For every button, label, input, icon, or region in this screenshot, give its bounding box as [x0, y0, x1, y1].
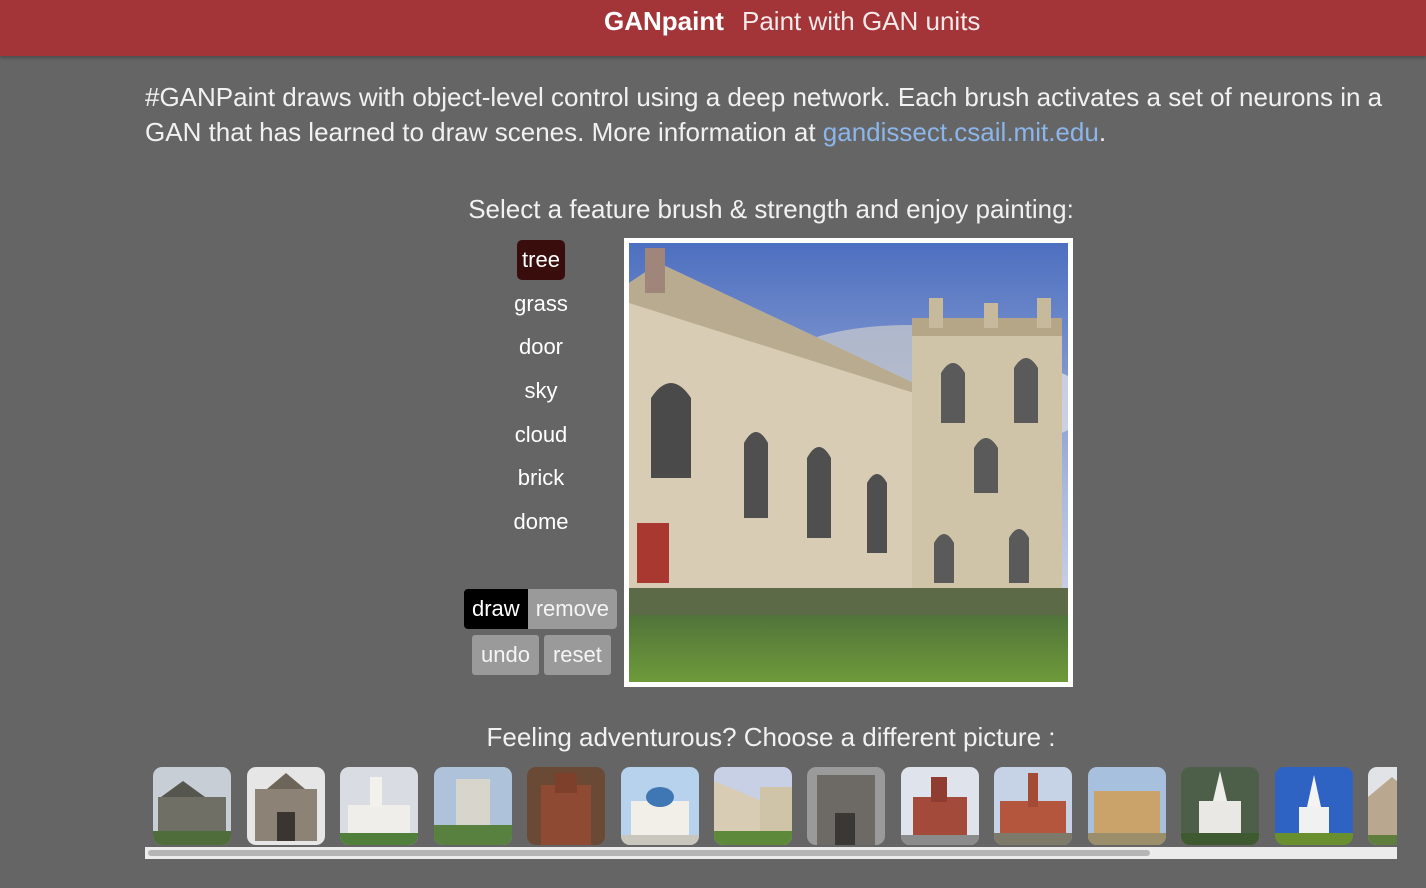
remove-mode-button[interactable]: remove: [527, 589, 618, 629]
gallery-thumbnail[interactable]: [153, 767, 231, 845]
brush-dome[interactable]: dome: [497, 502, 585, 542]
intro-paragraph: #GANPaint draws with object-level contro…: [145, 80, 1385, 150]
picture-gallery: [145, 767, 1397, 846]
canvas-actions: undo reset: [472, 635, 611, 675]
paint-canvas[interactable]: [629, 243, 1068, 682]
gallery-title: Feeling adventurous? Choose a different …: [486, 722, 1056, 752]
brush-section-title: Select a feature brush & strength and en…: [468, 194, 1074, 224]
mode-toggle: draw remove: [464, 589, 618, 629]
gallery-scrollbar[interactable]: [145, 847, 1397, 859]
top-header-bar: GANpaint Paint with GAN units: [0, 0, 1426, 56]
brush-cloud[interactable]: cloud: [497, 415, 585, 455]
gallery-thumbnail[interactable]: [901, 767, 979, 845]
gallery-thumbnail[interactable]: [807, 767, 885, 845]
gallery-thumbnail[interactable]: [714, 767, 792, 845]
brush-door[interactable]: door: [497, 327, 585, 367]
gallery-thumbnail[interactable]: [621, 767, 699, 845]
gallery-thumbnail[interactable]: [340, 767, 418, 845]
gallery-thumbnail[interactable]: [1088, 767, 1166, 845]
intro-suffix: .: [1098, 117, 1107, 147]
intro-text: #GANPaint draws with object-level contro…: [145, 82, 1383, 147]
gallery-scrollbar-thumb[interactable]: [148, 850, 1150, 856]
gandissect-link[interactable]: gandissect.csail.mit.edu: [823, 117, 1099, 147]
gallery-thumbnail[interactable]: [1181, 767, 1259, 845]
gallery-thumbnail[interactable]: [434, 767, 512, 845]
brush-grass[interactable]: grass: [497, 284, 585, 324]
undo-button[interactable]: undo: [472, 635, 539, 675]
gallery-thumbnail[interactable]: [1275, 767, 1353, 845]
gallery-thumbnail[interactable]: [247, 767, 325, 845]
brush-brick[interactable]: brick: [497, 458, 585, 498]
paint-canvas-frame: [624, 238, 1073, 687]
gallery-thumbnail[interactable]: [994, 767, 1072, 845]
app-brand: GANpaint: [604, 6, 724, 36]
brush-list: tree grass door sky cloud brick dome: [497, 240, 585, 546]
gallery-thumbnail[interactable]: [527, 767, 605, 845]
reset-button[interactable]: reset: [543, 635, 611, 675]
gallery-thumbnail[interactable]: [1368, 767, 1397, 845]
brush-sky[interactable]: sky: [497, 371, 585, 411]
app-tagline: Paint with GAN units: [742, 6, 981, 36]
brush-tree[interactable]: tree: [517, 240, 565, 280]
draw-mode-button[interactable]: draw: [464, 589, 528, 629]
